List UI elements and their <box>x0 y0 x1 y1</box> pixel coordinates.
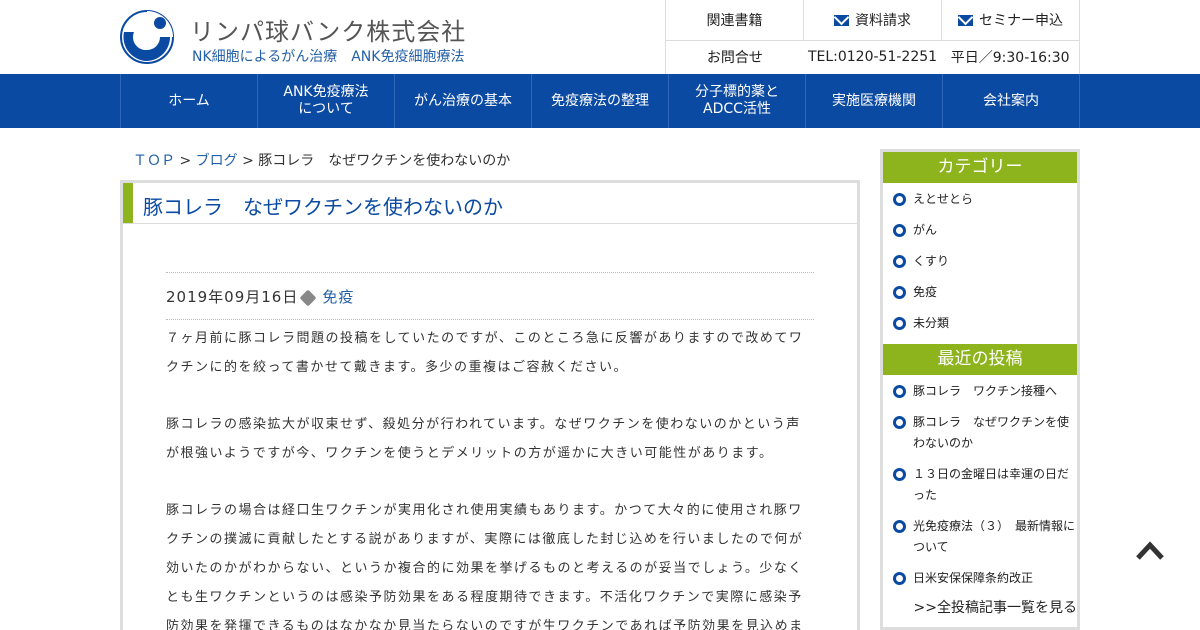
seminar-signup-label: セミナー申込 <box>979 13 1063 29</box>
article-title-bar: 豚コレラ なぜワクチンを使わないのか <box>123 183 857 224</box>
request-materials-link[interactable]: 資料請求 <box>804 0 942 40</box>
category-item[interactable]: がん <box>893 220 1077 241</box>
category-item[interactable]: 未分類 <box>893 313 1077 334</box>
category-item[interactable]: 免疫 <box>893 282 1077 303</box>
circle-bullet-icon <box>893 255 906 268</box>
recent-posts-list: 豚コレラ ワクチン接種へ 豚コレラ なぜワクチンを使わないのか １３日の金曜日は… <box>883 375 1077 617</box>
category-heading: カテゴリー <box>883 152 1077 183</box>
site-tagline: NK細胞によるがん治療 ANK免疫細胞療法 <box>192 49 465 65</box>
article-paragraph: 豚コレラの場合は経口生ワクチンが実用化され使用実績もあります。かつて大々的に使用… <box>166 503 804 630</box>
recent-post-label: 光免疫療法（３） 最新情報について <box>913 519 1076 554</box>
back-to-top-icon[interactable] <box>1136 540 1164 560</box>
circle-bullet-icon <box>893 224 906 237</box>
nav-item-clinics[interactable]: 実施医療機関 <box>806 74 943 128</box>
title-accent-bar <box>123 183 133 223</box>
circle-bullet-icon <box>893 193 906 206</box>
category-item[interactable]: えとせとら <box>893 189 1077 210</box>
category-label: 未分類 <box>913 316 950 330</box>
article-paragraph: ７ヶ月前に豚コレラ問題の投稿をしていたのですが、このところ急に反響がありますので… <box>166 331 804 375</box>
phone-number[interactable]: TEL:0120-51-2251 <box>804 49 942 65</box>
recent-posts-heading: 最近の投稿 <box>883 344 1077 375</box>
header-contact: お問合せ TEL:0120-51-2251 平日／9:30-16:30 <box>666 41 1079 73</box>
post-category-link[interactable]: 免疫 <box>322 286 354 307</box>
category-label: がん <box>913 223 938 237</box>
category-item[interactable]: くすり <box>893 251 1077 272</box>
company-name[interactable]: リンパ球バンク株式会社 <box>190 12 466 47</box>
recent-post-item[interactable]: １３日の金曜日は幸運の日だった <box>893 464 1077 506</box>
category-label: くすり <box>913 254 950 268</box>
nav-item-home[interactable]: ホーム <box>121 74 258 128</box>
tag-icon <box>299 289 317 307</box>
sidebar: カテゴリー えとせとら がん くすり 免疫 未分類 最近の投稿 豚コレラ ワクチ… <box>880 149 1080 630</box>
breadcrumb: ＴＯＰ > ブログ > 豚コレラ なぜワクチンを使わないのか <box>133 150 510 170</box>
circle-bullet-icon <box>893 317 906 330</box>
nav-item-ank-therapy[interactable]: ANK免疫療法 について <box>258 74 395 128</box>
circle-bullet-icon <box>893 520 906 533</box>
recent-post-item[interactable]: 豚コレラ ワクチン接種へ <box>893 381 1077 402</box>
category-list: えとせとら がん くすり 免疫 未分類 <box>883 183 1077 334</box>
nav-item-immunotherapy-overview[interactable]: 免疫療法の整理 <box>532 74 669 128</box>
breadcrumb-current: 豚コレラ なぜワクチンを使わないのか <box>258 153 511 169</box>
related-books-link[interactable]: 関連書籍 <box>666 0 804 40</box>
recent-post-item[interactable]: 光免疫療法（３） 最新情報について <box>893 516 1077 558</box>
breadcrumb-blog[interactable]: ブログ <box>196 153 238 169</box>
recent-post-label: 日米安保保障条約改正 <box>913 571 1034 585</box>
article-title: 豚コレラ なぜワクチンを使わないのか <box>143 195 503 219</box>
all-posts-link[interactable]: >>全投稿記事一覧を見る <box>893 597 1077 617</box>
contact-label: お問合せ <box>706 50 763 66</box>
circle-bullet-icon <box>893 385 906 398</box>
recent-post-label: 豚コレラ なぜワクチンを使わないのか <box>913 415 1070 450</box>
recent-post-label: １３日の金曜日は幸運の日だった <box>913 467 1070 502</box>
breadcrumb-separator: > <box>237 153 259 169</box>
circle-bullet-icon <box>893 286 906 299</box>
article-meta: 2019年09月16日 免疫 <box>166 272 814 320</box>
header-utility: 関連書籍 資料請求 セミナー申込 お問合せ TEL:0120-51-2251 平… <box>665 0 1080 74</box>
related-books-label: 関連書籍 <box>706 13 763 29</box>
nav-item-molecular-targeted[interactable]: 分子標的薬と ADCC活性 <box>669 74 806 128</box>
recent-post-item[interactable]: 豚コレラ なぜワクチンを使わないのか <box>893 412 1077 454</box>
mail-icon <box>834 14 849 26</box>
circle-bullet-icon <box>893 572 906 585</box>
company-logo-icon[interactable] <box>120 10 174 64</box>
article-paragraph: 豚コレラの感染拡大が収束せず、殺処分が行われています。なぜワクチンを使わないのか… <box>166 417 801 461</box>
nav-item-company[interactable]: 会社案内 <box>943 74 1080 128</box>
nav-item-cancer-basics[interactable]: がん治療の基本 <box>395 74 532 128</box>
breadcrumb-separator: > <box>175 153 196 169</box>
global-nav: ホーム ANK免疫療法 について がん治療の基本 免疫療法の整理 分子標的薬と … <box>0 74 1200 128</box>
article: 豚コレラ なぜワクチンを使わないのか 2019年09月16日 免疫 ７ヶ月前に豚… <box>120 180 860 630</box>
post-date: 2019年09月16日 <box>166 287 299 306</box>
business-hours: 平日／9:30-16:30 <box>950 50 1070 66</box>
article-body: 2019年09月16日 免疫 ７ヶ月前に豚コレラ問題の投稿をしていたのですが、こ… <box>166 272 814 630</box>
breadcrumb-top[interactable]: ＴＯＰ <box>133 153 175 169</box>
seminar-signup-link[interactable]: セミナー申込 <box>942 0 1079 40</box>
circle-bullet-icon <box>893 468 906 481</box>
recent-post-label: 豚コレラ ワクチン接種へ <box>913 384 1058 398</box>
category-label: えとせとら <box>913 192 974 206</box>
request-materials-label: 資料請求 <box>855 13 911 29</box>
header-links: 関連書籍 資料請求 セミナー申込 <box>666 0 1079 41</box>
mail-icon <box>958 14 973 26</box>
circle-bullet-icon <box>893 416 906 429</box>
site-header: リンパ球バンク株式会社 NK細胞によるがん治療 ANK免疫細胞療法 関連書籍 資… <box>0 0 1200 74</box>
category-label: 免疫 <box>913 285 938 299</box>
recent-post-item[interactable]: 日米安保保障条約改正 <box>893 568 1077 589</box>
